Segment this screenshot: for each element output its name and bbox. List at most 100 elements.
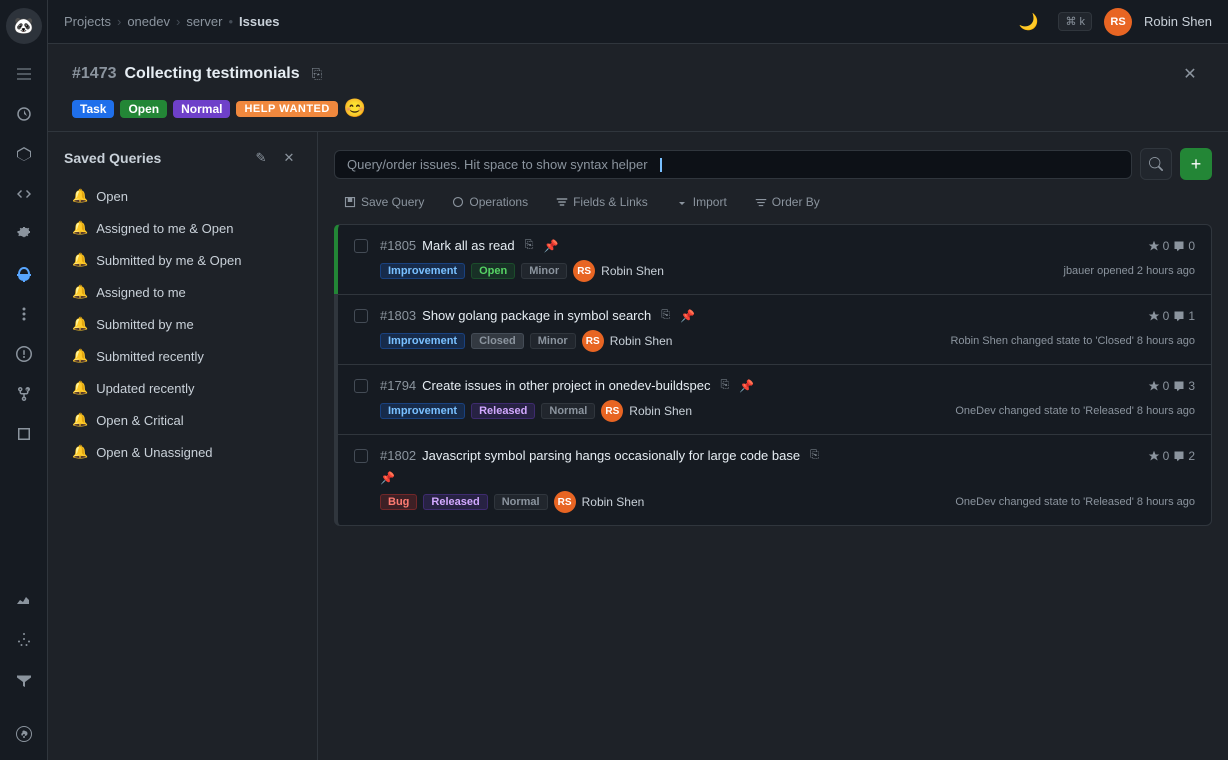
save-query-link[interactable]: Save Query xyxy=(338,192,430,212)
pin-1803-icon[interactable]: 📌 xyxy=(680,309,695,323)
issue-meta-1802: Bug Released Normal RS Robin Shen OneDev… xyxy=(380,491,1195,513)
issue-actions-1794: 0 3 xyxy=(1148,379,1195,393)
issue-checkbox-2[interactable] xyxy=(354,309,368,323)
query-item-updated-recently[interactable]: 🔔 Updated recently xyxy=(56,373,309,403)
sidebar-item-menu[interactable] xyxy=(6,56,42,92)
query-item-submitted-recently[interactable]: 🔔 Submitted recently xyxy=(56,341,309,371)
issue-number: #1473 xyxy=(72,65,117,83)
sidebar-item-settings[interactable] xyxy=(6,216,42,252)
issue-body: #1805 Mark all as read ⎘ 📌 0 xyxy=(380,237,1195,282)
sidebar-item-code[interactable] xyxy=(6,176,42,212)
sidebar-item-package[interactable] xyxy=(6,136,42,172)
tag-normal-1802: Normal xyxy=(494,494,548,510)
query-item-open[interactable]: 🔔 Open xyxy=(56,181,309,211)
sidebar: 🐼 xyxy=(0,0,48,760)
issue-number-1802: #1802 xyxy=(380,448,416,463)
copy-1805-button[interactable]: ⎘ xyxy=(521,237,538,254)
fields-links-link[interactable]: Fields & Links xyxy=(550,192,654,212)
badge-open: Open xyxy=(120,100,167,118)
issue-title-1805[interactable]: Mark all as read xyxy=(422,238,514,253)
tag-released-1802: Released xyxy=(423,494,487,510)
issue-checkbox[interactable] xyxy=(354,239,368,253)
sidebar-item-filters[interactable] xyxy=(6,663,42,699)
query-label-unassigned: Open & Unassigned xyxy=(96,445,212,460)
table-row: #1803 Show golang package in symbol sear… xyxy=(334,294,1212,364)
add-issue-button[interactable]: + xyxy=(1180,148,1212,180)
issue-title-row-3: #1794 Create issues in other project in … xyxy=(380,377,1195,394)
app-logo[interactable]: 🐼 xyxy=(6,8,42,44)
issue-title-1794[interactable]: Create issues in other project in onedev… xyxy=(422,378,710,393)
query-label-critical: Open & Critical xyxy=(96,413,183,428)
sidebar-item-stats[interactable] xyxy=(6,583,42,619)
user-avatar[interactable]: RS xyxy=(1104,8,1132,36)
pin-1794-icon[interactable]: 📌 xyxy=(739,379,754,393)
query-label-assigned: Assigned to me xyxy=(96,285,186,300)
sidebar-item-issues[interactable] xyxy=(6,336,42,372)
tag-bug-1802: Bug xyxy=(380,494,417,510)
tag-improvement-1803: Improvement xyxy=(380,333,465,349)
query-label-submitted-me: Submitted by me xyxy=(96,317,194,332)
issues-list: #1805 Mark all as read ⎘ 📌 0 xyxy=(334,224,1212,744)
issues-link[interactable]: Issues xyxy=(239,14,279,29)
table-row: #1802 Javascript symbol parsing hangs oc… xyxy=(334,434,1212,526)
sidebar-item-network[interactable] xyxy=(6,623,42,659)
badge-normal: Normal xyxy=(173,100,230,118)
query-item-submitted-me[interactable]: 🔔 Submitted by me xyxy=(56,309,309,339)
search-placeholder-text: Query/order issues. Hit space to show sy… xyxy=(347,157,648,172)
sidebar-item-git[interactable] xyxy=(6,376,42,412)
shortcut-kbd[interactable]: ⌘ k xyxy=(1058,12,1092,31)
query-label-assigned-open: Assigned to me & Open xyxy=(96,221,233,236)
search-button[interactable] xyxy=(1140,148,1172,180)
vote-count-1802: 0 xyxy=(1148,449,1170,463)
activity-1803: Robin Shen changed state to 'Closed' 8 h… xyxy=(950,335,1195,347)
close-queries-button[interactable]: ✕ xyxy=(277,146,301,170)
copy-title-button[interactable]: ⎘ xyxy=(308,64,326,84)
issue-header-title[interactable]: Collecting testimonials xyxy=(125,65,300,83)
topbar: Projects › onedev › server • Issues 🌙 ⌘ … xyxy=(48,0,1228,44)
issue-actions-1805: 0 0 xyxy=(1148,239,1195,253)
vote-count-1803: 0 xyxy=(1148,309,1170,323)
issue-checkbox-4[interactable] xyxy=(354,449,368,463)
onedev-link[interactable]: onedev xyxy=(127,14,170,29)
close-issue-button[interactable]: ✕ xyxy=(1176,60,1204,88)
edit-queries-button[interactable]: ✎ xyxy=(249,146,273,170)
sidebar-item-rocket[interactable] xyxy=(6,256,42,292)
queries-title: Saved Queries xyxy=(64,150,241,166)
query-item-assigned-open[interactable]: 🔔 Assigned to me & Open xyxy=(56,213,309,243)
query-item-submitted-open[interactable]: 🔔 Submitted by me & Open xyxy=(56,245,309,275)
query-item-assigned[interactable]: 🔔 Assigned to me xyxy=(56,277,309,307)
copy-1803-button[interactable]: ⎘ xyxy=(657,307,674,324)
sidebar-item-build[interactable] xyxy=(6,416,42,452)
pin-1805-icon[interactable]: 📌 xyxy=(543,239,558,253)
issue-number-1805: #1805 xyxy=(380,238,416,253)
queries-header: Saved Queries ✎ ✕ xyxy=(48,132,317,180)
moon-icon[interactable]: 🌙 xyxy=(1010,4,1046,40)
query-label-updated-recently: Updated recently xyxy=(96,381,194,396)
server-link[interactable]: server xyxy=(186,14,222,29)
sidebar-item-help[interactable] xyxy=(6,716,42,752)
query-item-critical[interactable]: 🔔 Open & Critical xyxy=(56,405,309,435)
tag-improvement-1805: Improvement xyxy=(380,263,465,279)
content-area: Saved Queries ✎ ✕ 🔔 Open 🔔 Assigned to m… xyxy=(48,132,1228,760)
issues-toolbar: Query/order issues. Hit space to show sy… xyxy=(334,148,1212,180)
issue-checkbox-area-2 xyxy=(354,307,368,352)
bell-icon-critical: 🔔 xyxy=(72,412,88,428)
sidebar-item-dashboard[interactable] xyxy=(6,96,42,132)
operations-link[interactable]: Operations xyxy=(446,192,534,212)
order-by-link[interactable]: Order By xyxy=(749,192,826,212)
avatar-1794: RS xyxy=(601,400,623,422)
issue-title-1803[interactable]: Show golang package in symbol search xyxy=(422,308,651,323)
projects-link[interactable]: Projects xyxy=(64,14,111,29)
copy-1794-button[interactable]: ⎘ xyxy=(717,377,734,394)
issue-checkbox-3[interactable] xyxy=(354,379,368,393)
main-area: Projects › onedev › server • Issues 🌙 ⌘ … xyxy=(48,0,1228,760)
table-row: #1805 Mark all as read ⎘ 📌 0 xyxy=(334,224,1212,294)
import-link[interactable]: Import xyxy=(670,192,733,212)
issue-title-row-4: #1802 Javascript symbol parsing hangs oc… xyxy=(380,447,1195,464)
copy-1802-button[interactable]: ⎘ xyxy=(806,447,823,464)
sidebar-item-dots[interactable] xyxy=(6,296,42,332)
issue-title-1802[interactable]: Javascript symbol parsing hangs occasion… xyxy=(422,448,800,463)
pin-1802-icon[interactable]: 📌 xyxy=(380,471,395,485)
query-item-unassigned[interactable]: 🔔 Open & Unassigned xyxy=(56,437,309,467)
search-bar[interactable]: Query/order issues. Hit space to show sy… xyxy=(334,150,1132,179)
